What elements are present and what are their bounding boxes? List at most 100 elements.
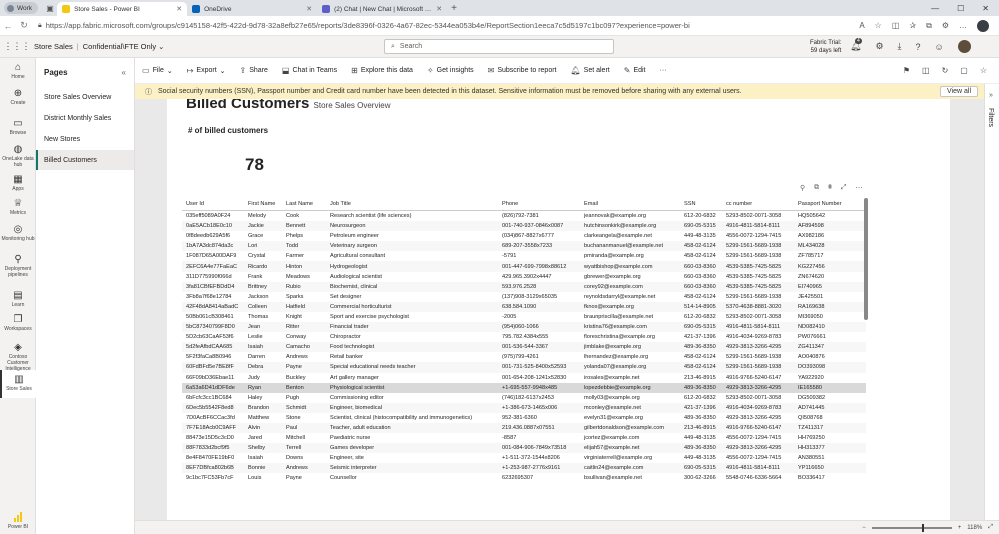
filters-pane[interactable]: » Filters — [984, 84, 999, 520]
page-tab[interactable]: Billed Customers — [36, 150, 134, 170]
refresh-visuals-icon[interactable]: ↻ — [942, 66, 949, 75]
column-header[interactable]: Last Name — [282, 201, 326, 207]
zoom-level[interactable]: 118% — [967, 525, 982, 531]
table-row[interactable]: 6bFcfc3cc1BC684 Haley Pugh Commissioning ed… — [182, 393, 866, 403]
set-alert-button[interactable]: 🔔︎ Set alert — [564, 66, 617, 75]
table-row[interactable]: 1F087D65A00DAF9 Crystal Farmer Agricultural… — [182, 251, 866, 261]
refresh-icon[interactable]: ↻ — [16, 20, 32, 31]
tab-close-icon[interactable]: ✕ — [306, 5, 312, 13]
view-icon[interactable]: ◫ — [922, 66, 930, 75]
page-tab[interactable]: New Stores — [36, 129, 134, 149]
sensitivity-label[interactable]: Confidential\FTE Only ⌄ — [83, 42, 165, 51]
zoom-in-icon[interactable]: + — [958, 525, 962, 531]
tab-close-icon[interactable]: ✕ — [436, 5, 442, 13]
table-row[interactable]: 1bA7A3dc874da3c Lori Todd Veterinary surgeo… — [182, 241, 866, 252]
profile-button[interactable]: Work — [4, 2, 39, 14]
chat-in-teams-button[interactable]: ⬓ Chat in Teams — [275, 66, 344, 75]
table-row[interactable]: 8e4F8470FE19bF0 Isaiah Downs Engineer, site… — [182, 453, 866, 463]
new-tab-button[interactable]: + — [451, 3, 457, 14]
pin-icon[interactable]: ⚲ — [800, 184, 805, 192]
power-bi-switcher[interactable]: Power BI — [0, 512, 36, 530]
split-screen-icon[interactable]: ◫ — [892, 21, 900, 30]
favorite-icon[interactable]: ☆ — [980, 66, 987, 75]
visual-more-icon[interactable]: ⋯ — [856, 184, 863, 192]
rail-item-workspaces[interactable]: ❐ Workspaces — [0, 310, 36, 338]
browser-tab[interactable]: OneDrive ✕ — [187, 2, 317, 16]
table-row[interactable]: 9c1bc7FC53Fb7cF Louis Payne Counsellor 62326… — [182, 473, 866, 483]
rail-item-monitoring-hub[interactable]: ◎ Monitoring hub — [0, 220, 36, 250]
page-tab[interactable]: District Monthly Sales — [36, 108, 134, 128]
read-aloud-icon[interactable]: A — [859, 21, 864, 30]
export-menu[interactable]: ↦ Export ⌄ — [180, 66, 233, 75]
share-button[interactable]: ⇪ Share — [233, 66, 275, 75]
help-icon[interactable]: ? — [916, 42, 921, 52]
page-tab[interactable]: Store Sales Overview — [36, 87, 134, 107]
subscribe-button[interactable]: ✉ Subscribe to report — [481, 66, 564, 75]
app-name[interactable]: Store Sales — [34, 42, 73, 51]
zoom-slider[interactable] — [871, 523, 952, 532]
table-row[interactable]: 88473e15D5c3cD0 Jared Mitchell Paediatric n… — [182, 433, 866, 443]
minimize-icon[interactable]: — — [931, 4, 939, 13]
browser-tab[interactable]: Store Sales - Power BI ✕ — [57, 2, 188, 16]
rail-item-contoso-customer-intelligence[interactable]: ◈ Contoso Customer Intelligence — [0, 338, 36, 372]
collapse-pages-icon[interactable]: « — [122, 68, 126, 77]
table-row[interactable]: 8EF7DBfca802b6B Bonnie Andrews Seismic inte… — [182, 463, 866, 474]
favorites-icon[interactable]: ✰ — [909, 21, 916, 30]
feedback-icon[interactable]: ☺ — [935, 42, 944, 52]
maximize-icon[interactable]: ☐ — [957, 4, 964, 13]
view-all-button[interactable]: View all — [940, 86, 978, 97]
download-icon[interactable]: ⤓ — [898, 41, 902, 52]
comment-icon[interactable]: ▢ — [960, 66, 968, 75]
zoom-slider-handle[interactable] — [921, 523, 924, 532]
column-header[interactable]: Job Title — [326, 201, 498, 207]
favorite-star-icon[interactable]: ☆ — [875, 21, 882, 30]
user-avatar[interactable] — [957, 40, 971, 53]
table-row[interactable]: 3fa81CBfEFBDdD4 Brittney Rubio Biochemist, … — [182, 281, 866, 292]
rail-item-home[interactable]: ⌂ Home — [0, 58, 36, 84]
table-row[interactable]: 5D2cb63CaAF53f6 Leslie Conway Chiropractor 7… — [182, 332, 866, 342]
rail-item-deployment-pipelines[interactable]: ⚲ Deployment pipelines — [0, 250, 36, 286]
billed-customers-table[interactable]: User Id First Name Last Name Job Title Phone… — [182, 197, 866, 484]
collections-icon[interactable]: ⧉ — [926, 21, 932, 31]
settings-icon[interactable]: ⚙ — [875, 41, 883, 52]
column-header[interactable]: Passport Number — [794, 201, 856, 207]
table-row[interactable]: 42F48dA8414aBadC Colleen Hatfield Commercia… — [182, 301, 866, 312]
table-row[interactable]: 7D0AcBF6CCac3fd Matthew Stone Scientist, cl… — [182, 413, 866, 423]
filter-icon[interactable]: ⩩ — [828, 184, 832, 192]
more-options-button[interactable]: ··· — [653, 67, 674, 74]
rail-item-metrics[interactable]: ♕ Metrics — [0, 194, 36, 220]
focus-mode-icon[interactable]: ⤢ — [841, 184, 847, 192]
table-row[interactable]: 2EFC6A4e77FaEaC Ricardo Hinton Hydrogeologi… — [182, 261, 866, 272]
table-row[interactable]: 66F09bD36Ebae11 Judy Buckley Art gallery ma… — [182, 373, 866, 383]
rail-item-browse[interactable]: ▭ Browse — [0, 114, 36, 140]
column-header[interactable]: User Id — [182, 201, 244, 207]
edit-button[interactable]: ✎ Edit — [617, 66, 653, 75]
get-insights-button[interactable]: ✧ Get insights — [420, 66, 481, 75]
table-row[interactable]: 5F2f3faCa8B0946 Darren Andrews Retail banke… — [182, 352, 866, 362]
file-menu[interactable]: ▭ File ⌄ — [135, 66, 180, 75]
rail-item-create[interactable]: ⊕ Create — [0, 84, 36, 114]
url-text[interactable]: https://app.fabric.microsoft.com/groups/… — [46, 21, 690, 30]
table-row[interactable]: 035eff5089A0F24 Melody Cook Research scient… — [182, 211, 866, 221]
column-header[interactable]: cc number — [722, 201, 794, 207]
browser-avatar[interactable] — [977, 19, 989, 32]
table-row[interactable]: 5bC87340799F8D0 Jean Ritter Financial trade… — [182, 322, 866, 333]
explore-data-button[interactable]: ⊞ Explore this data — [344, 66, 420, 75]
zoom-out-icon[interactable]: − — [862, 525, 866, 531]
app-launcher-icon[interactable]: ⋮⋮⋮ — [0, 41, 34, 52]
rail-item-learn[interactable]: ▤ Learn — [0, 286, 36, 310]
fit-page-icon[interactable]: ⤢ — [988, 524, 993, 531]
back-icon[interactable]: ← — [0, 21, 16, 31]
copy-icon[interactable]: ⧉ — [814, 184, 819, 192]
browser-tab[interactable]: (2) Chat | New Chat | Microsoft Teams ✕ — [317, 2, 447, 16]
bookmark-icon[interactable]: ⚑ — [903, 66, 910, 75]
table-scrollbar[interactable] — [864, 198, 868, 320]
rail-item-store-sales[interactable]: ▥ Store Sales — [0, 370, 36, 398]
column-header[interactable]: First Name — [244, 201, 282, 207]
table-row[interactable]: 6Dec5b5542F8ed8 Brandon Schmidt Engineer, b… — [182, 402, 866, 413]
table-row[interactable]: 88F7833d2bcf9f5 Shelby Terrell Games develo… — [182, 443, 866, 454]
table-row[interactable]: 0f8deedb629A5f6 Grace Phelps Petroleum engi… — [182, 231, 866, 241]
rail-item-apps[interactable]: ▦ Apps — [0, 170, 36, 194]
table-row[interactable]: 60FdBFd5e7BE8fF Debra Payne Special educati… — [182, 362, 866, 373]
column-header[interactable]: SSN — [680, 201, 722, 207]
